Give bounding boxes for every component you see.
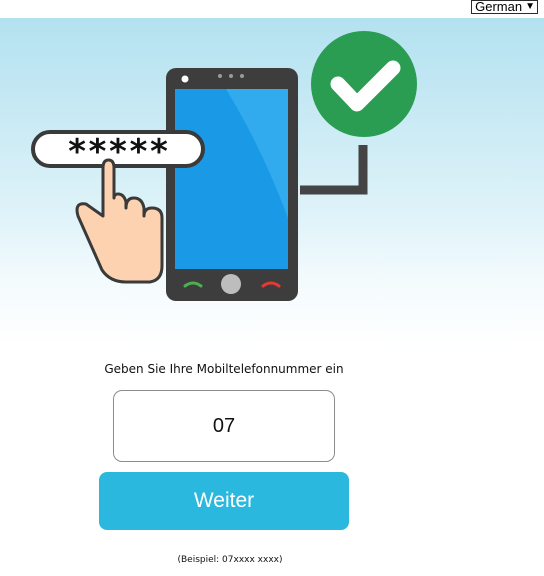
pin-pill: *****	[31, 130, 205, 172]
pin-mask: *****	[67, 132, 169, 172]
hand-pointer-icon	[75, 158, 164, 284]
connector-line	[300, 145, 368, 195]
checkmark-icon	[311, 31, 417, 137]
verification-illustration: *****	[31, 31, 417, 301]
language-select[interactable]: German ▼	[471, 0, 538, 14]
language-select-value: German	[475, 0, 523, 14]
page: German ▼ ***** Geben Sie Ihre Mobiltelef…	[0, 0, 544, 576]
phone-prompt-label: Geben Sie Ihre Mobiltelefonnummer ein	[104, 362, 344, 376]
smartphone-icon	[166, 68, 298, 301]
phone-example-hint: (Beispiel: 07xxxx xxxx)	[177, 555, 283, 565]
hero-illustration: *****	[0, 18, 544, 348]
phone-number-input[interactable]	[113, 390, 335, 462]
chevron-down-icon: ▼	[525, 1, 535, 12]
next-button[interactable]: Weiter	[99, 472, 349, 530]
